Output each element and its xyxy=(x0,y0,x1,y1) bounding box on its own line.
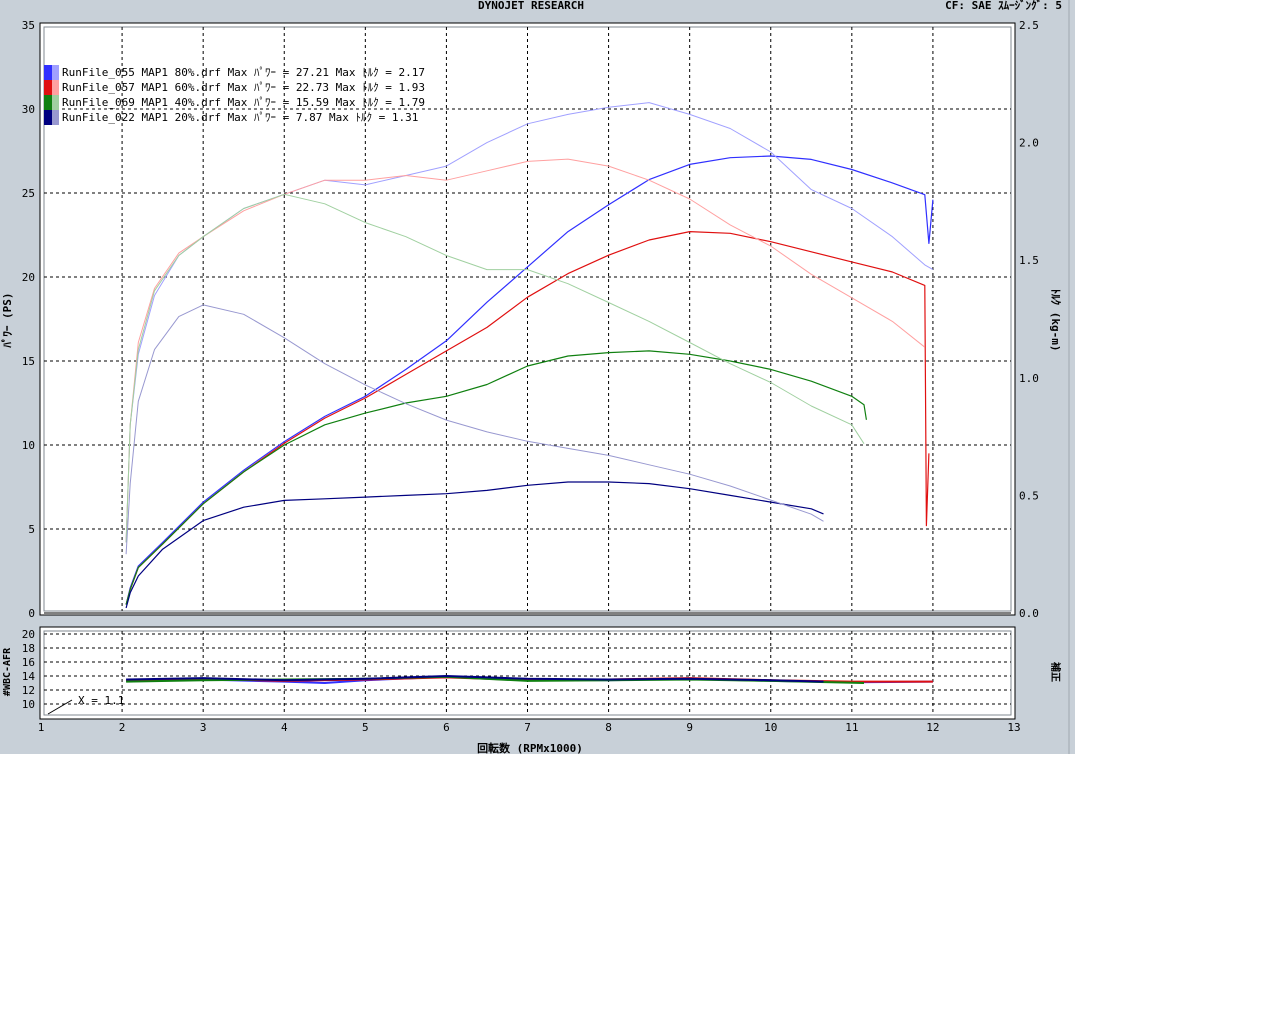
torque-tick-label: 1.0 xyxy=(1019,372,1039,385)
power-tick-label: 10 xyxy=(22,439,35,452)
afr-axis-title: #WBC-AFR xyxy=(2,647,13,696)
afr-tick-label: 14 xyxy=(22,670,36,683)
legend-entry: RunFile_069 MAP1 40%.drf Max ﾊﾟﾜｰ = 15.5… xyxy=(62,96,425,109)
power-tick-label: 0 xyxy=(28,607,35,620)
x-tick-label: 10 xyxy=(764,721,777,734)
legend-swatch xyxy=(44,110,52,125)
x-tick-label: 11 xyxy=(845,721,858,734)
torque-tick-label: 0.5 xyxy=(1019,489,1039,502)
x-tick-label: 2 xyxy=(119,721,126,734)
x-tick-label: 7 xyxy=(524,721,531,734)
legend-swatch-light xyxy=(52,80,59,95)
legend-swatch xyxy=(44,95,52,110)
legend-entry: RunFile_055 MAP1 80%.drf Max ﾊﾟﾜｰ = 27.2… xyxy=(62,66,425,79)
legend-swatch-light xyxy=(52,65,59,80)
afr-tick-label: 16 xyxy=(22,656,35,669)
correction-axis-title: 補正 xyxy=(1049,661,1062,682)
legend-swatch-light xyxy=(52,95,59,110)
x-tick-label: 1 xyxy=(38,721,45,734)
cf-smoothing-label: CF: SAE ｽﾑｰｼﾞﾝｸﾞ: 5 xyxy=(945,0,1062,12)
x-tick-label: 9 xyxy=(686,721,693,734)
x-tick-label: 5 xyxy=(362,721,369,734)
afr-tick-label: 20 xyxy=(22,628,35,641)
power-tick-label: 35 xyxy=(22,19,35,32)
legend-swatch xyxy=(44,65,52,80)
legend-entry: RunFile_057 MAP1 60%.drf Max ﾊﾟﾜｰ = 22.7… xyxy=(62,81,425,94)
legend-swatch-light xyxy=(52,110,59,125)
dyno-title: DYNOJET RESEARCH xyxy=(478,0,584,12)
afr-tick-label: 18 xyxy=(22,642,35,655)
x-tick-label: 4 xyxy=(281,721,288,734)
torque-axis-title: ﾄﾙｸ (kg-m) xyxy=(1049,289,1062,352)
torque-tick-label: 2.0 xyxy=(1019,137,1039,150)
torque-tick-label: 0.0 xyxy=(1019,607,1039,620)
afr-annotation: X = 1.1 xyxy=(78,694,124,707)
x-tick-label: 6 xyxy=(443,721,450,734)
rpm-axis-title: 回転数 (RPMx1000) xyxy=(477,741,583,755)
x-tick-label: 3 xyxy=(200,721,207,734)
legend-entry: RunFile_022 MAP1 20%.drf Max ﾊﾟﾜｰ = 7.87… xyxy=(62,111,418,124)
power-tick-label: 15 xyxy=(22,355,35,368)
x-tick-label: 12 xyxy=(926,721,939,734)
power-tick-label: 20 xyxy=(22,271,35,284)
x-tick-label: 13 xyxy=(1007,721,1020,734)
power-tick-label: 25 xyxy=(22,187,35,200)
power-axis-title: ﾊﾟﾜｰ (PS) xyxy=(0,292,14,348)
afr-tick-label: 12 xyxy=(22,684,35,697)
dyno-chart: DYNOJET RESEARCH CF: SAE ｽﾑｰｼﾞﾝｸﾞ: 5 ﾊﾟﾜ… xyxy=(0,0,1075,755)
torque-tick-label: 2.5 xyxy=(1019,19,1039,32)
power-tick-label: 30 xyxy=(22,103,35,116)
torque-tick-label: 1.5 xyxy=(1019,254,1039,267)
power-tick-label: 5 xyxy=(28,523,35,536)
legend-swatch xyxy=(44,80,52,95)
x-tick-label: 8 xyxy=(605,721,612,734)
afr-tick-label: 10 xyxy=(22,698,35,711)
